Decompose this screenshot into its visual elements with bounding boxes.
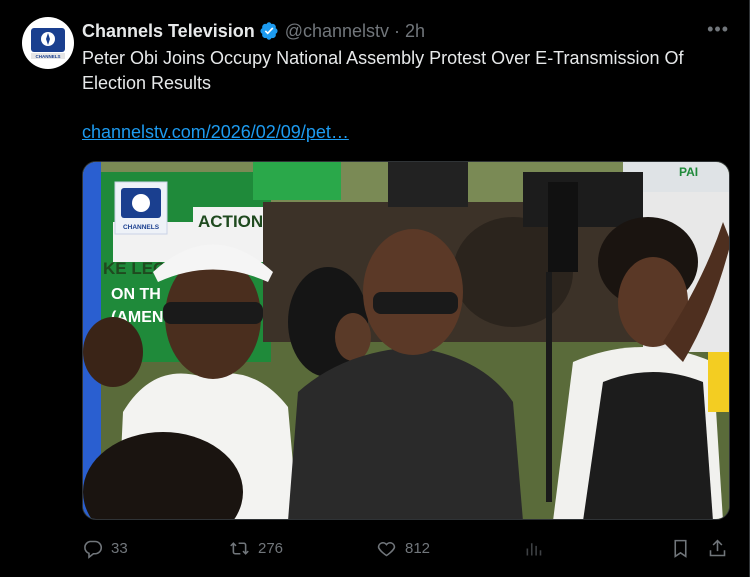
share-icon xyxy=(709,539,726,556)
channels-logo-icon: CHANNELS xyxy=(31,28,65,59)
like-button[interactable]: 812 xyxy=(376,538,430,559)
reply-count: 33 xyxy=(111,539,128,557)
separator-dot: · xyxy=(394,20,401,41)
channels-watermark: CHANNELS xyxy=(123,224,160,231)
repost-button[interactable]: 276 xyxy=(229,538,283,559)
action-bar: 33 276 812 xyxy=(82,533,732,563)
protest-photo: ACTION KE LEGI ON TH (AMEN CHANNELS PAI xyxy=(83,162,729,519)
tweet-card[interactable]: CHANNELS Channels Television @channelstv… xyxy=(0,0,750,577)
sign-text-pai: PAI xyxy=(679,165,698,179)
like-count: 812 xyxy=(405,539,431,557)
tweet-media-image[interactable]: ACTION KE LEGI ON TH (AMEN CHANNELS PAI xyxy=(82,161,730,520)
repost-count: 276 xyxy=(258,539,284,557)
reply-button[interactable]: 33 xyxy=(82,538,128,559)
share-button[interactable] xyxy=(707,538,728,559)
tweet-header: Channels Television @channelstv · 2h ••• xyxy=(82,19,729,43)
analytics-icon xyxy=(526,542,542,555)
avatar[interactable]: CHANNELS xyxy=(22,17,74,69)
verified-badge-icon xyxy=(260,22,278,40)
svg-text:CHANNELS: CHANNELS xyxy=(35,54,60,59)
article-link[interactable]: channelstv.com/2026/02/09/pet… xyxy=(82,122,349,143)
heart-icon xyxy=(377,541,396,556)
display-name[interactable]: Channels Television xyxy=(82,21,255,42)
bookmark-icon xyxy=(674,539,687,558)
timestamp[interactable]: 2h xyxy=(405,21,425,42)
repost-icon xyxy=(230,541,249,555)
more-options-button[interactable]: ••• xyxy=(707,19,729,40)
sign-text-action: ACTION xyxy=(198,212,263,231)
tweet-text: Peter Obi Joins Occupy National Assembly… xyxy=(82,48,684,93)
sign-text-onth: ON TH xyxy=(111,286,161,303)
bookmark-button[interactable] xyxy=(670,538,691,559)
reply-icon xyxy=(84,540,103,559)
handle[interactable]: @channelstv xyxy=(285,21,389,42)
views-button[interactable] xyxy=(523,538,544,559)
